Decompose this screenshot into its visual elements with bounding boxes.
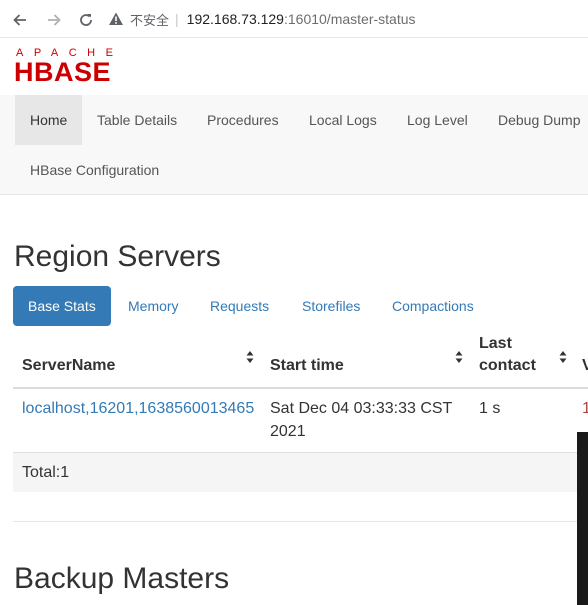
address-bar[interactable]: 不安全 | 192.168.73.129 :16010/master-statu… xyxy=(108,5,588,33)
nav-table-details[interactable]: Table Details xyxy=(82,95,192,145)
header-version-partial[interactable]: V xyxy=(582,355,588,377)
start-time-line2: 2021 xyxy=(270,423,306,440)
header-server-name[interactable]: ServerName xyxy=(22,355,115,377)
backup-masters-heading: Backup Masters xyxy=(14,562,230,595)
sort-icon[interactable] xyxy=(246,350,254,364)
url-host: 192.168.73.129 xyxy=(186,11,284,27)
header-last-contact-line1[interactable]: Last xyxy=(479,333,512,355)
nav-hbase-configuration[interactable]: HBase Configuration xyxy=(15,145,174,195)
nav-log-level[interactable]: Log Level xyxy=(392,95,483,145)
header-start-time[interactable]: Start time xyxy=(270,355,344,377)
url-path: :16010/master-status xyxy=(283,11,416,27)
tab-storefiles[interactable]: Storefiles xyxy=(287,286,375,326)
tab-compactions[interactable]: Compactions xyxy=(377,286,489,326)
tab-requests[interactable]: Requests xyxy=(195,286,284,326)
table-total-row: Total:1 xyxy=(13,453,588,492)
svg-text:HBASE: HBASE xyxy=(14,57,111,84)
sort-icon[interactable] xyxy=(559,350,567,364)
nav-home[interactable]: Home xyxy=(15,95,83,145)
tab-base-stats[interactable]: Base Stats xyxy=(13,286,111,326)
security-status: 不安全 xyxy=(130,12,170,28)
overlay-scrollbar[interactable] xyxy=(577,432,588,605)
back-arrow-icon[interactable] xyxy=(8,8,32,32)
region-servers-heading: Region Servers xyxy=(14,240,221,273)
reload-icon[interactable] xyxy=(74,8,98,32)
browser-toolbar: 不安全 | 192.168.73.129 :16010/master-statu… xyxy=(0,0,588,38)
last-contact-value: 1 s xyxy=(479,400,501,417)
sort-icon[interactable] xyxy=(455,350,463,364)
region-servers-table: ServerName Start time Last contact V loc… xyxy=(13,330,588,492)
server-name-link[interactable]: localhost,16201,1638560013465 xyxy=(22,397,254,420)
nav-procedures[interactable]: Procedures xyxy=(192,95,294,145)
section-divider xyxy=(13,521,588,522)
forward-arrow-icon[interactable] xyxy=(42,8,66,32)
header-last-contact-line2[interactable]: contact xyxy=(479,355,536,377)
table-row: localhost,16201,1638560013465 Sat Dec 04… xyxy=(13,389,588,452)
start-time-line1: Sat Dec 04 03:33:33 CST xyxy=(270,400,453,417)
nav-debug-dump[interactable]: Debug Dump xyxy=(483,95,588,145)
main-navbar: Home Table Details Procedures Local Logs… xyxy=(0,95,588,195)
nav-local-logs[interactable]: Local Logs xyxy=(294,95,392,145)
warning-icon xyxy=(109,12,123,25)
version-value-partial: 1 xyxy=(582,400,588,417)
tab-memory[interactable]: Memory xyxy=(113,286,194,326)
total-count: Total:1 xyxy=(22,464,70,481)
address-separator: | xyxy=(175,11,179,27)
hbase-logo[interactable]: APACHE HBASE xyxy=(14,44,154,84)
